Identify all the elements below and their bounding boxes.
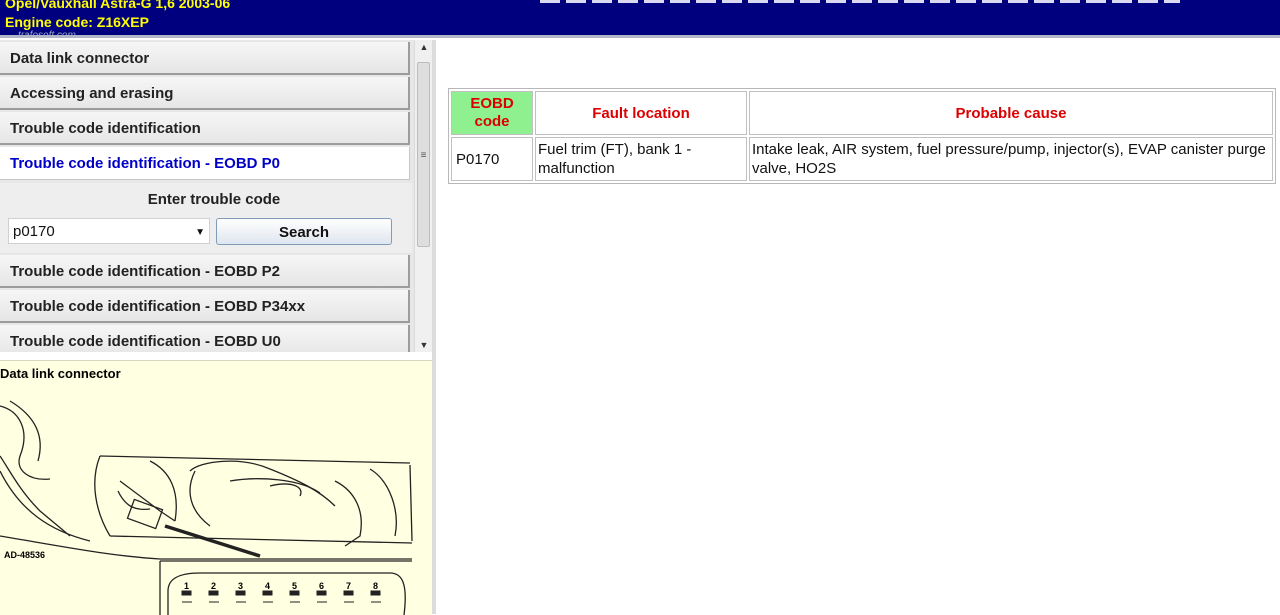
chevron-down-icon[interactable]: ▼ — [195, 227, 205, 238]
pin-label: 6 — [319, 581, 324, 591]
table-row: P0170 Fuel trim (FT), bank 1 - malfuncti… — [451, 137, 1273, 181]
connector-diagram-panel: AD-48536 1 2 3 4 5 6 7 8 Data link conne… — [0, 360, 432, 615]
topic-navigation: Data link connector Accessing and erasin… — [0, 40, 414, 352]
nav-item-accessing-erasing[interactable]: Accessing and erasing — [0, 77, 410, 110]
nav-item-eobd-p34xx[interactable]: Trouble code identification - EOBD P34xx — [0, 290, 410, 323]
header-divider — [0, 35, 1280, 38]
scroll-down-icon[interactable]: ▼ — [415, 340, 433, 350]
nav-scrollbar[interactable]: ▲ ≡ ▼ — [414, 40, 433, 352]
diagram-ref-code: AD-48536 — [4, 550, 45, 560]
enter-code-label: Enter trouble code — [147, 191, 281, 208]
cell-code: P0170 — [451, 137, 533, 181]
pin-label: 5 — [292, 581, 297, 591]
trouble-code-input[interactable]: p0170 ▼ — [8, 218, 210, 244]
scroll-up-icon[interactable]: ▲ — [415, 42, 433, 52]
vehicle-title: Opel/Vauxhall Astra-G 1,6 2003-06 — [5, 0, 231, 11]
pin-label: 3 — [238, 581, 243, 591]
table-header-row: EOBD code Fault location Probable cause — [451, 91, 1273, 135]
column-header-eobd-code: EOBD code — [451, 91, 533, 135]
fault-code-table: EOBD code Fault location Probable cause … — [448, 88, 1276, 184]
pin-label: 4 — [265, 581, 270, 591]
header-decoration — [540, 0, 1180, 3]
nav-item-eobd-p0[interactable]: Trouble code identification - EOBD P0 — [0, 147, 410, 180]
scroll-grip-icon: ≡ — [420, 150, 427, 161]
cell-probable-cause: Intake leak, AIR system, fuel pressure/p… — [749, 137, 1273, 181]
pin-label: 1 — [184, 581, 189, 591]
trouble-code-value: p0170 — [13, 223, 55, 240]
pin-label: 7 — [346, 581, 351, 591]
pin-label: 2 — [211, 581, 216, 591]
nav-item-eobd-p2[interactable]: Trouble code identification - EOBD P2 — [0, 255, 410, 288]
nav-item-data-link-connector[interactable]: Data link connector — [0, 42, 410, 75]
trouble-code-search-panel: Enter trouble code p0170 ▼ Search — [0, 183, 412, 253]
column-header-probable-cause: Probable cause — [749, 91, 1273, 135]
pin-label: 8 — [373, 581, 378, 591]
diagram-title: Data link connector — [0, 366, 121, 381]
panel-divider[interactable] — [432, 40, 436, 614]
connector-location-drawing: AD-48536 1 2 3 4 5 6 7 8 — [0, 400, 413, 615]
engine-code-label: Engine code: Z16XEP — [5, 14, 149, 30]
search-button[interactable]: Search — [216, 218, 392, 245]
cell-fault-location: Fuel trim (FT), bank 1 - malfunction — [535, 137, 747, 181]
app-header: Opel/Vauxhall Astra-G 1,6 2003-06 Engine… — [0, 0, 1280, 41]
nav-item-eobd-u0[interactable]: Trouble code identification - EOBD U0 — [0, 325, 410, 352]
column-header-fault-location: Fault location — [535, 91, 747, 135]
nav-item-trouble-code-identification[interactable]: Trouble code identification — [0, 112, 410, 145]
